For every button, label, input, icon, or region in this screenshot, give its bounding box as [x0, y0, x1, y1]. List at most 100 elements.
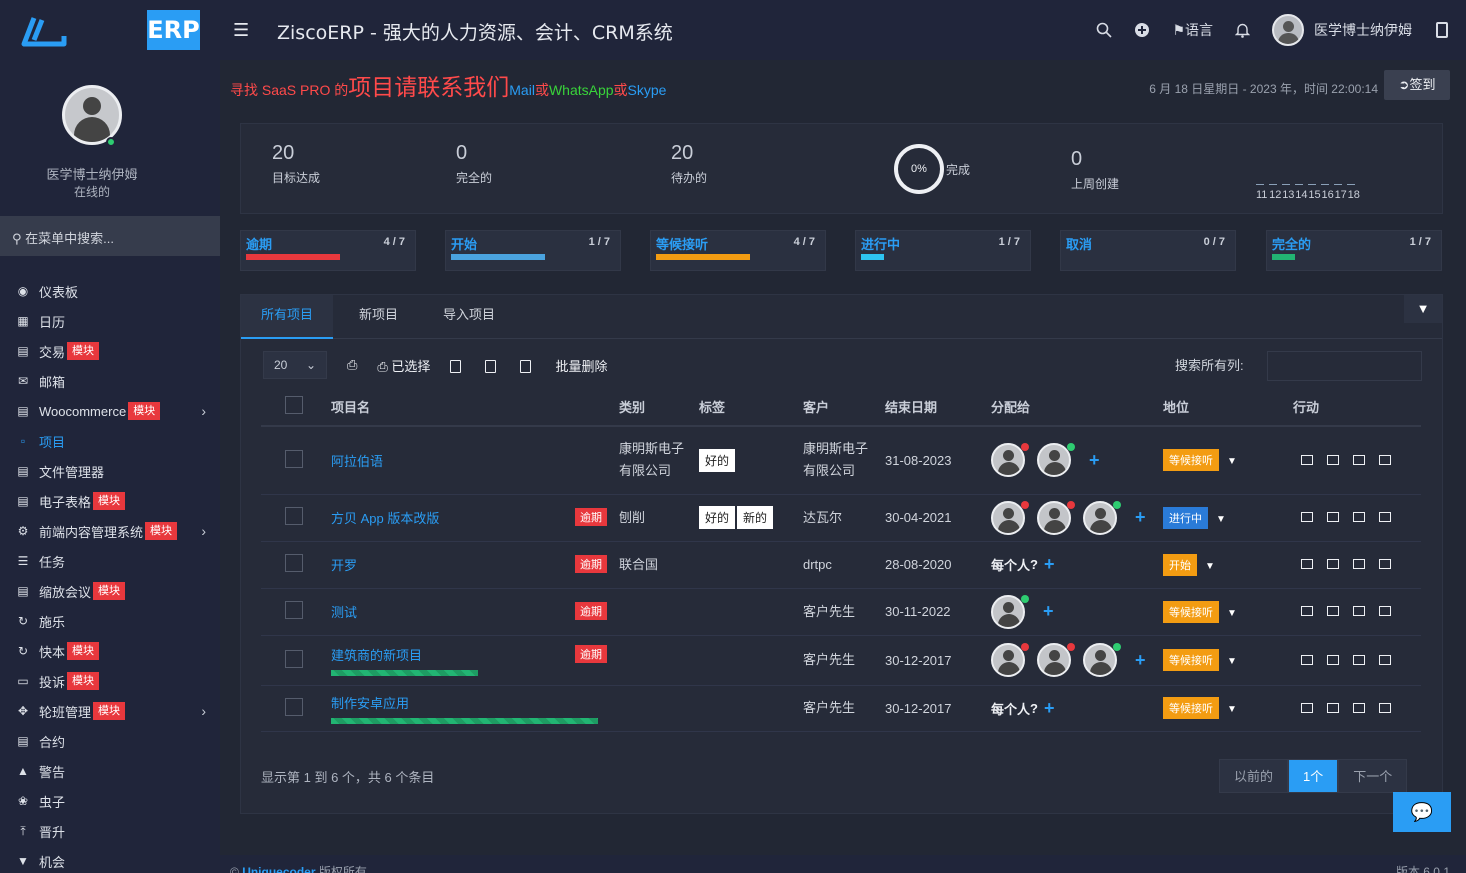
assignee-avatar[interactable]	[1037, 443, 1077, 478]
view-icon[interactable]	[1301, 454, 1313, 465]
sidebar-item[interactable]: ↻ 施乐	[0, 606, 220, 636]
col-project-name[interactable]: 项目名	[331, 388, 619, 427]
assignee-avatar[interactable]	[991, 643, 1031, 677]
print-selected-button[interactable]: ⎙ 已选择	[377, 356, 430, 375]
page-size-select[interactable]: 20 ⌄	[263, 351, 327, 379]
project-link[interactable]: 阿拉伯语	[331, 454, 383, 469]
chevron-down-icon[interactable]: ▼	[1227, 608, 1237, 619]
sidebar-item[interactable]: ▲ 警告	[0, 756, 220, 786]
row-checkbox[interactable]	[285, 697, 303, 716]
status-button[interactable]: 等候接听	[1163, 449, 1219, 472]
clone-icon[interactable]	[1327, 606, 1339, 616]
sidebar-item[interactable]: ✉ 邮箱	[0, 366, 220, 396]
sidebar-item[interactable]: ▤ 交易 模块	[0, 336, 220, 366]
project-link[interactable]: 开罗	[331, 558, 357, 573]
add-circle-icon[interactable]	[1134, 22, 1150, 38]
sidebar-item[interactable]: ▫ 项目	[0, 426, 220, 456]
table-row[interactable]: 逾期 方贝 App 版本改版 刨削 好的 新的 达瓦尔 30-04-2021 + 进行中 ▼	[261, 494, 1421, 542]
brand-link[interactable]: Uniquecoder	[242, 865, 315, 873]
table-row[interactable]: 阿拉伯语 康明斯电子有限公司 好的 康明斯电子有限公司 31-08-2023 + 等候接听 ▼	[261, 426, 1421, 495]
pdf-export-icon[interactable]	[520, 357, 535, 373]
status-card[interactable]: 等候接听 4 / 7	[650, 230, 826, 271]
clone-icon[interactable]	[1327, 559, 1339, 569]
select-all-checkbox[interactable]	[285, 396, 303, 414]
tab-new-project[interactable]: 新项目	[339, 295, 418, 339]
excel-export-icon[interactable]	[450, 357, 465, 373]
app-logo[interactable]	[20, 14, 68, 50]
sidebar-avatar[interactable]	[62, 85, 122, 145]
project-link[interactable]: 测试	[331, 605, 357, 620]
clone-icon[interactable]	[1327, 654, 1339, 665]
sidebar-toggle-icon[interactable]	[1436, 22, 1448, 38]
chevron-right-icon[interactable]: ›	[201, 403, 206, 419]
chat-icon[interactable]: 💬	[1393, 792, 1451, 832]
edit-icon[interactable]	[1353, 454, 1365, 465]
col-category[interactable]: 类别	[619, 388, 699, 427]
project-link[interactable]: 建筑商的新项目	[331, 648, 422, 663]
menu-search-input[interactable]: ⚲ 在菜单中搜索...	[0, 216, 220, 256]
clone-icon[interactable]	[1327, 702, 1339, 713]
sidebar-item[interactable]: ▤ 合约	[0, 726, 220, 756]
status-card[interactable]: 进行中 1 / 7	[855, 230, 1031, 271]
erp-badge[interactable]: ERP	[147, 10, 200, 50]
help-icon[interactable]: ?	[1030, 557, 1038, 572]
sidebar-item[interactable]: ❀ 虫子	[0, 786, 220, 816]
assignee-avatar[interactable]	[1037, 643, 1077, 677]
edit-icon[interactable]	[1353, 559, 1365, 569]
sidebar-item[interactable]: ⤒ 晋升	[0, 816, 220, 846]
col-client[interactable]: 客户	[803, 388, 885, 427]
view-icon[interactable]	[1301, 512, 1313, 522]
status-card[interactable]: 完全的 1 / 7	[1266, 230, 1442, 271]
chevron-right-icon[interactable]: ›	[201, 703, 206, 719]
status-button[interactable]: 开始	[1163, 553, 1197, 576]
chevron-down-icon[interactable]: ▼	[1227, 704, 1237, 715]
view-icon[interactable]	[1301, 702, 1313, 713]
filter-icon[interactable]: ▼	[1404, 295, 1442, 323]
status-button[interactable]: 等候接听	[1163, 600, 1219, 623]
print-icon[interactable]: ⎙	[347, 357, 357, 373]
col-tags[interactable]: 标签	[699, 388, 803, 427]
assignee-avatar[interactable]	[1083, 643, 1123, 677]
tab-all-projects[interactable]: 所有项目	[241, 295, 334, 339]
assignee-avatar[interactable]	[1037, 500, 1077, 535]
prev-page-button[interactable]: 以前的	[1219, 759, 1289, 793]
add-assignee-icon[interactable]: +	[1089, 450, 1100, 471]
checkin-button[interactable]: ➲签到	[1384, 70, 1450, 100]
view-icon[interactable]	[1301, 606, 1313, 616]
user-name[interactable]: 医学博士纳伊姆	[1314, 20, 1412, 40]
project-link[interactable]: 制作安卓应用	[331, 696, 409, 711]
delete-icon[interactable]	[1379, 559, 1391, 569]
table-row[interactable]: 逾期 建筑商的新项目 客户先生 30-12-2017 + 等候接听 ▼	[261, 635, 1421, 686]
add-assignee-icon[interactable]: +	[1135, 507, 1146, 528]
add-assignee-icon[interactable]: +	[1044, 554, 1055, 575]
chevron-down-icon[interactable]: ▼	[1227, 656, 1237, 667]
status-button[interactable]: 进行中	[1163, 506, 1208, 529]
project-link[interactable]: 方贝 App 版本改版	[331, 511, 439, 526]
sidebar-item[interactable]: ▤ 文件管理器	[0, 456, 220, 486]
delete-icon[interactable]	[1379, 606, 1391, 616]
user-avatar[interactable]	[1272, 14, 1304, 46]
next-page-button[interactable]: 下一个	[1338, 759, 1408, 793]
table-row[interactable]: 逾期 开罗 联合国 drtpc 28-08-2020 每个人? + 开始 ▼	[261, 541, 1421, 589]
sidebar-item[interactable]: ▤ Woocommerce 模块 ›	[0, 396, 220, 426]
sidebar-item[interactable]: ▤ 缩放会议 模块	[0, 576, 220, 606]
language-selector[interactable]: ⚑ 语言	[1172, 20, 1213, 40]
col-end-date[interactable]: 结束日期	[885, 388, 991, 427]
delete-icon[interactable]	[1379, 702, 1391, 713]
edit-icon[interactable]	[1353, 702, 1365, 713]
menu-toggle-icon[interactable]: ☰	[233, 20, 249, 41]
promo-mail-link[interactable]: Mail	[509, 82, 535, 98]
chevron-down-icon[interactable]: ▼	[1205, 561, 1215, 572]
assignee-avatar[interactable]	[1083, 500, 1123, 535]
edit-icon[interactable]	[1353, 512, 1365, 522]
clone-icon[interactable]	[1327, 454, 1339, 465]
assignee-avatar[interactable]	[991, 500, 1031, 535]
sidebar-item[interactable]: ▭ 投诉 模块	[0, 666, 220, 696]
search-icon[interactable]	[1096, 22, 1113, 38]
csv-export-icon[interactable]	[485, 357, 500, 373]
promo-skype-link[interactable]: Skype	[628, 82, 667, 98]
col-status[interactable]: 地位	[1163, 388, 1293, 427]
sidebar-item[interactable]: ⚙ 前端内容管理系统 模块 ›	[0, 516, 220, 546]
row-checkbox[interactable]	[285, 554, 303, 572]
edit-icon[interactable]	[1353, 654, 1365, 665]
